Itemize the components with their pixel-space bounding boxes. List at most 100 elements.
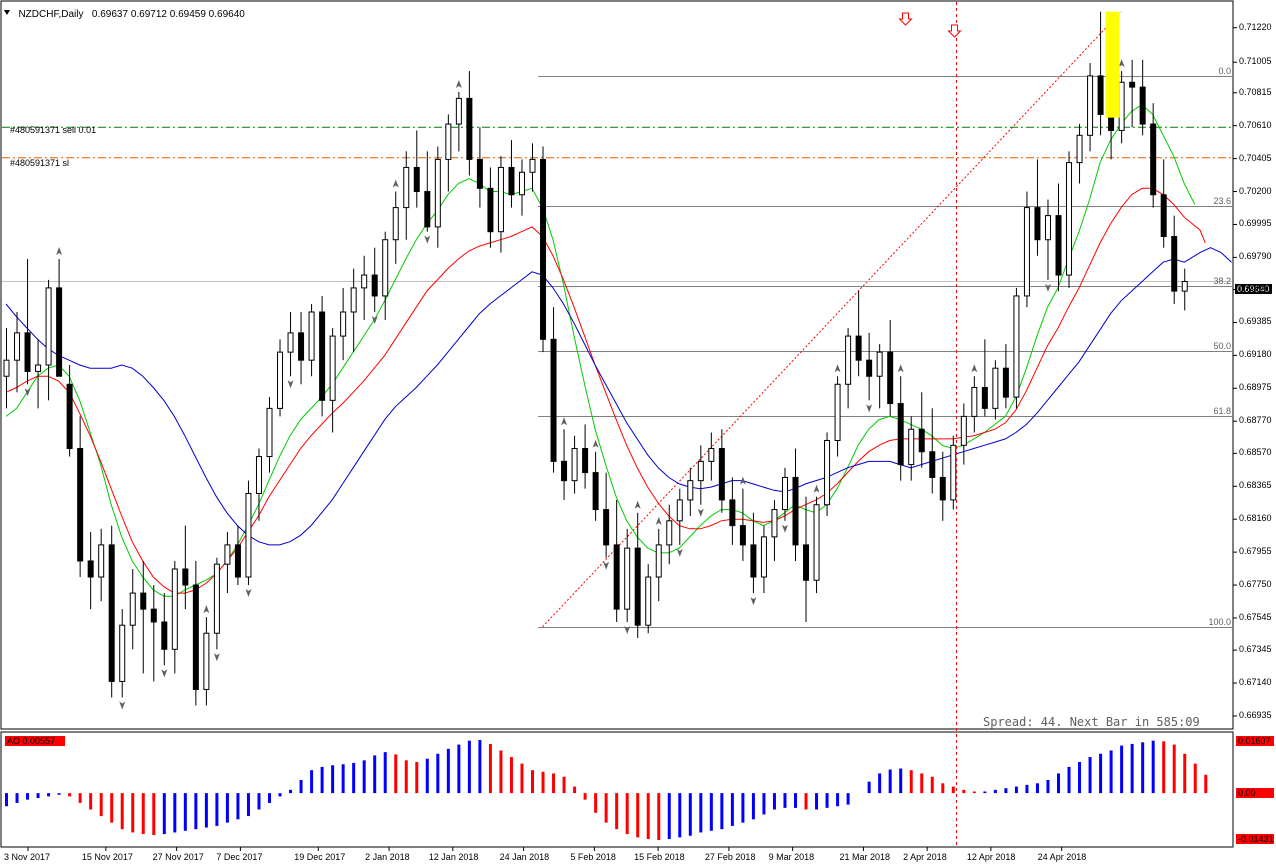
candle-body xyxy=(613,544,620,610)
candle-body xyxy=(666,520,673,546)
candle-body xyxy=(771,509,778,538)
candle-body xyxy=(287,332,294,353)
candle-body xyxy=(803,544,810,581)
candle-body xyxy=(887,351,894,405)
fib-level-label: 61.8 xyxy=(1213,405,1231,416)
candle-body xyxy=(518,171,525,196)
candle-body xyxy=(192,584,199,690)
candle-body xyxy=(1066,162,1073,276)
candle-body xyxy=(487,187,494,233)
candle-body xyxy=(1097,75,1104,115)
price-tick-label: 0.68160 xyxy=(1239,513,1272,524)
candle-body xyxy=(255,456,262,494)
candle-body xyxy=(561,460,568,482)
candle-body xyxy=(708,448,715,462)
candle-body xyxy=(571,448,578,482)
candle-body xyxy=(992,367,999,409)
price-tick-label: 0.68365 xyxy=(1239,480,1272,491)
candle-body xyxy=(213,563,220,634)
candle-body xyxy=(624,547,631,610)
candle-body xyxy=(1013,295,1020,398)
candle-body xyxy=(371,274,378,297)
candle-body xyxy=(1181,280,1188,292)
price-tick-label: 0.71220 xyxy=(1239,21,1272,32)
candle-body xyxy=(87,560,94,578)
candle-body xyxy=(298,332,305,361)
candle-body xyxy=(729,499,736,527)
candle-body xyxy=(1076,134,1083,164)
candle-body xyxy=(876,351,883,377)
time-tick-label: 7 Dec 2017 xyxy=(216,852,263,862)
candle-body xyxy=(277,351,284,409)
time-tick-label: 24 Apr 2018 xyxy=(1037,852,1087,862)
price-tick-label: 0.67140 xyxy=(1239,677,1272,688)
price-tick-label: 0.69385 xyxy=(1239,316,1272,327)
candle-body xyxy=(1087,75,1094,136)
candle-body xyxy=(98,544,105,578)
candle-body xyxy=(582,448,589,474)
candle-body xyxy=(918,428,925,453)
ohlc-values: 0.69637 0.69712 0.69459 0.69640 xyxy=(91,9,245,20)
candle-body xyxy=(676,499,683,522)
time-tick-label: 15 Nov 2017 xyxy=(81,852,133,862)
candle-body xyxy=(1044,215,1051,241)
time-tick-label: 5 Feb 2018 xyxy=(570,852,616,862)
candle-body xyxy=(792,476,799,546)
candle-body xyxy=(361,274,368,289)
candle-body xyxy=(824,439,831,506)
time-tick-label: 27 Feb 2018 xyxy=(704,852,756,862)
candle-body xyxy=(739,525,746,546)
candle-body xyxy=(203,632,210,690)
spread-info: Spread: 44. Next Bar in 585:09 xyxy=(983,715,1200,729)
candle-body xyxy=(119,624,126,682)
candle-body xyxy=(171,568,178,650)
chart-window[interactable] xyxy=(0,0,1276,867)
candle-body xyxy=(234,544,241,578)
fib-level-label: 38.2 xyxy=(1213,275,1231,286)
candle-body xyxy=(45,287,52,366)
price-tick-label: 0.69995 xyxy=(1239,218,1272,229)
candle-body xyxy=(687,480,694,501)
price-tick-label: 0.67750 xyxy=(1239,579,1272,590)
candle-body xyxy=(1023,207,1030,297)
candle-body xyxy=(455,97,462,125)
price-tick-label: 0.69590 xyxy=(1239,283,1272,294)
time-tick-label: 24 Jan 2018 xyxy=(499,852,550,862)
candle-body xyxy=(550,338,557,462)
candle-body xyxy=(35,364,42,372)
price-tick-label: 0.70815 xyxy=(1239,86,1272,97)
candle-body xyxy=(129,592,136,626)
candle-body xyxy=(182,568,189,586)
candle-body xyxy=(3,359,10,377)
candle-body xyxy=(140,592,147,610)
candle-body xyxy=(960,415,967,446)
fib-level-label: 50.0 xyxy=(1213,340,1231,351)
symbol-title: NZDCHF,Daily xyxy=(18,9,84,20)
candle-body xyxy=(245,492,252,578)
candle-body xyxy=(981,386,988,409)
price-tick-label: 0.67545 xyxy=(1239,611,1272,622)
candle-body xyxy=(540,158,547,340)
time-tick-label: 19 Dec 2017 xyxy=(294,852,346,862)
candle-body xyxy=(1118,81,1125,131)
candle-body xyxy=(445,123,452,160)
ao-name-label: AO 0.00557 xyxy=(5,736,65,746)
candle-body xyxy=(529,158,536,173)
order-sell-label[interactable]: #480591371 sell 0.01 xyxy=(10,125,96,135)
ao-zero-label: 0.00 xyxy=(1236,788,1274,798)
candle-body xyxy=(1139,86,1146,125)
candle-body xyxy=(1034,207,1041,241)
time-tick-label: 21 Mar 2018 xyxy=(839,852,890,862)
candle-body xyxy=(340,311,347,337)
candle-body xyxy=(392,207,399,241)
candle-body xyxy=(413,166,420,193)
order-sl-label[interactable]: #480591371 sl xyxy=(10,158,69,168)
candle-body xyxy=(350,287,357,313)
price-tick-label: 0.68975 xyxy=(1239,382,1272,393)
candle-body xyxy=(1150,123,1157,196)
candle-body xyxy=(476,158,483,189)
candle-body xyxy=(634,547,641,626)
fib-level-label: 23.6 xyxy=(1213,195,1231,206)
price-tick-label: 0.68770 xyxy=(1239,415,1272,426)
time-tick-label: 3 Nov 2017 xyxy=(4,852,51,862)
